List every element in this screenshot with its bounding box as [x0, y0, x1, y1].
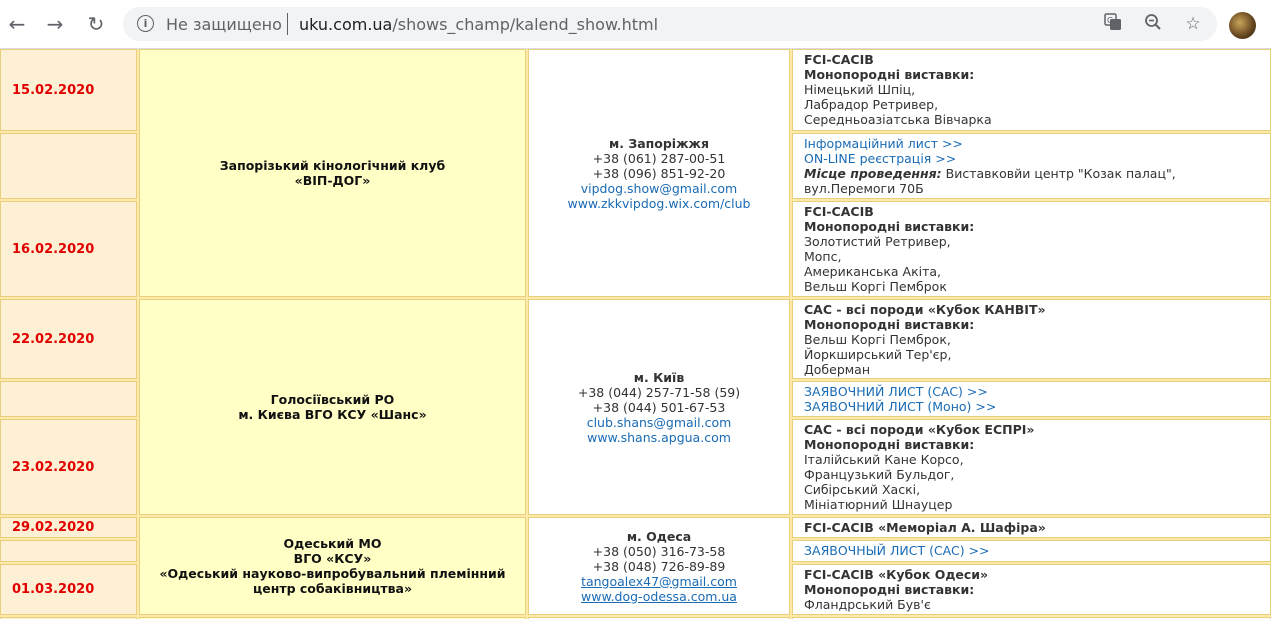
profile-avatar[interactable] — [1229, 12, 1256, 39]
date-cell: 29.02.2020 — [0, 517, 137, 538]
website-link[interactable]: www.shans.apgua.com — [587, 430, 731, 445]
date-cell: 22.02.2020 — [0, 299, 137, 379]
show-details: FCI-CACIB Монопородні виставки: Золотист… — [792, 201, 1271, 297]
application-cac-link[interactable]: ЗАЯВОЧНЫЙ ЛИСТ (CAC) >> — [804, 543, 1259, 558]
date-cell-empty — [0, 133, 137, 199]
translate-icon[interactable]: G — [1102, 13, 1124, 35]
email-link[interactable]: vipdog.show@gmail.com — [581, 181, 738, 196]
show-details: FCI-CACIB Монопородні виставки: Німецьки… — [792, 49, 1271, 131]
date-cell: 23.02.2020 — [0, 419, 137, 515]
show-details: FCI-CACIB «Меморіал А. Шафіра» — [792, 517, 1271, 538]
forward-icon[interactable]: → — [43, 12, 67, 36]
security-label: Не защищено — [166, 15, 282, 34]
bookmark-star-icon[interactable]: ☆ — [1182, 13, 1204, 35]
show-links: ЗАЯВОЧНИЙ ЛИСТ (CAC) >> ЗАЯВОЧНИЙ ЛИСТ (… — [792, 381, 1271, 417]
date-cell: 01.03.2020 — [0, 564, 137, 615]
email-link[interactable]: club.shans@gmail.com — [587, 415, 732, 430]
online-registration-link[interactable]: ON-LINE реєстрація >> — [804, 151, 1259, 166]
info-icon[interactable]: i — [137, 15, 154, 32]
club-name: Голосіївський РО м. Києва ВГО КСУ «Шанс» — [139, 299, 526, 515]
date-cell: 16.02.2020 — [0, 201, 137, 297]
date-cell-empty — [0, 381, 137, 417]
show-links: Інформаційний лист >> ON-LINE реєстрація… — [792, 133, 1271, 199]
show-calendar-table: 15.02.2020 16.02.2020 Запорізький кіноло… — [0, 49, 1271, 619]
application-mono-link[interactable]: ЗАЯВОЧНИЙ ЛИСТ (Моно) >> — [804, 399, 1259, 414]
club-contacts: м. Запоріжжя +38 (061) 287-00-51 +38 (09… — [528, 49, 790, 297]
website-link[interactable]: www.dog-odessa.com.ua — [581, 589, 737, 604]
address-bar[interactable]: i Не защищено uku.com.ua/shows_champ/kal… — [123, 7, 1217, 41]
date-cell: 15.02.2020 — [0, 49, 137, 131]
email-link[interactable]: tangoalex47@gmail.com — [581, 574, 737, 589]
show-links: ЗАЯВОЧНЫЙ ЛИСТ (CAC) >> — [792, 540, 1271, 562]
back-icon[interactable]: ← — [5, 12, 29, 36]
divider — [287, 13, 288, 35]
reload-icon[interactable]: ↻ — [84, 12, 108, 36]
url-text[interactable]: uku.com.ua/shows_champ/kalend_show.html — [299, 15, 658, 34]
zoom-out-icon[interactable] — [1142, 13, 1164, 35]
club-name: Одеський МО ВГО «КСУ» «Одеський науково-в… — [139, 517, 526, 615]
show-details: CAC - всі породи «Кубок ЕСПРІ» Монопород… — [792, 419, 1271, 515]
show-details: FCI-CACIB «Кубок Одеси» Монопородні вист… — [792, 564, 1271, 615]
date-cell-empty — [0, 540, 137, 562]
club-contacts: м. Київ +38 (044) 257-71-58 (59) +38 (04… — [528, 299, 790, 515]
club-contacts: м. Одеса +38 (050) 316-73-58 +38 (048) 7… — [528, 517, 790, 615]
svg-text:G: G — [1107, 16, 1113, 25]
application-cac-link[interactable]: ЗАЯВОЧНИЙ ЛИСТ (CAC) >> — [804, 384, 1259, 399]
show-details: CAC - всі породи «Кубок КАНВІТ» Монопоро… — [792, 299, 1271, 379]
info-letter-link[interactable]: Інформаційний лист >> — [804, 136, 1259, 151]
browser-toolbar: ← → ↻ i Не защищено uku.com.ua/shows_cha… — [0, 0, 1271, 49]
club-name: Запорізький кінологічний клуб «ВІП-ДОГ» — [139, 49, 526, 297]
website-link[interactable]: www.zkkvipdog.wix.com/club — [567, 196, 750, 211]
